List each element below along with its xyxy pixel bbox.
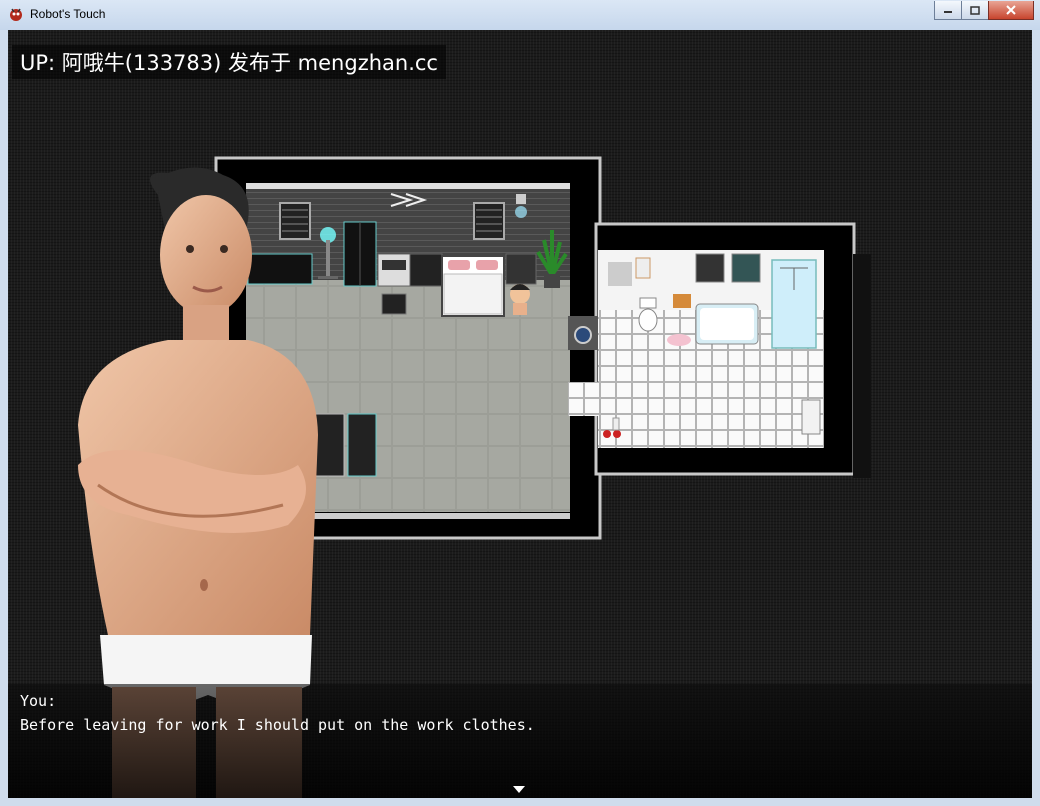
dialog-message: Before leaving for work I should put on … [20,716,535,734]
counter-cabinet [409,253,443,287]
player-sprite [510,284,530,315]
dialog-speaker: You: [20,692,57,710]
fridge [343,221,377,287]
towel-rack [673,294,691,308]
chair [381,293,407,315]
minimize-button[interactable] [934,1,962,20]
title-bar[interactable]: Robot's Touch [0,0,1040,30]
door-panel [574,326,592,344]
maximize-icon [970,5,980,15]
minimize-icon [944,11,952,13]
bathtub [695,303,759,345]
close-icon [1006,5,1016,15]
maximize-button[interactable] [961,1,989,20]
continue-arrow-icon[interactable] [513,786,525,793]
close-button[interactable] [988,1,1034,20]
window-title: Robot's Touch [30,7,106,21]
toilet [638,297,658,332]
sink [801,399,821,435]
game-viewport[interactable]: UP: 阿哦牛(133783) 发布于 mengzhan.cc You: Bef… [8,30,1032,798]
game-app-icon [10,8,22,21]
game-window: Robot's Touch UP: 阿哦牛(133783) 发布于 mengzh… [0,0,1040,806]
window-right [473,202,505,240]
dialog-box[interactable]: You: Before leaving for work I should pu… [8,684,1032,798]
kitchen-stove [377,253,411,287]
uploader-overlay: UP: 阿哦牛(133783) 发布于 mengzhan.cc [12,45,446,79]
bath-mat [667,334,691,346]
bed [441,255,505,317]
shower-stall [771,259,817,349]
nightstand [505,253,537,285]
